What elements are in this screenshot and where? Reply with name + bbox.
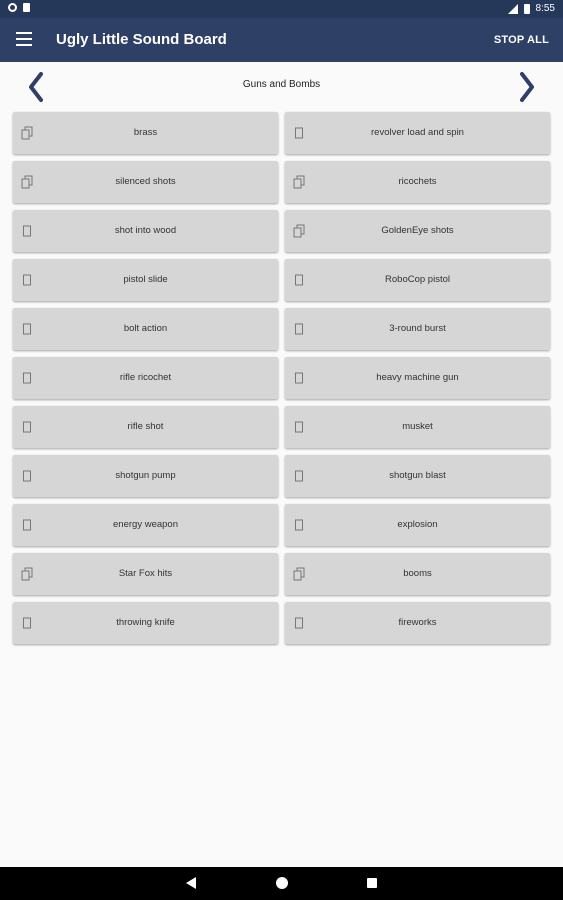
sound-button-label: bolt action bbox=[123, 323, 168, 334]
chevron-right-icon bbox=[520, 72, 534, 102]
back-icon[interactable] bbox=[186, 877, 196, 889]
sd-card-icon bbox=[23, 3, 30, 12]
sound-grid: brass revolver load and spin silenced shot… bbox=[13, 112, 550, 644]
app-title: Ugly Little Sound Board bbox=[56, 31, 227, 48]
sound-button-label: musket bbox=[402, 421, 433, 432]
sound-button-label: shotgun pump bbox=[115, 470, 176, 481]
sound-button[interactable]: rifle ricochet bbox=[13, 357, 278, 399]
sound-button-label: shot into wood bbox=[114, 225, 177, 236]
sound-button[interactable]: booms bbox=[285, 553, 550, 595]
sound-button-label: brass bbox=[133, 127, 158, 138]
category-bar: Guns and Bombs bbox=[0, 62, 563, 110]
sound-button[interactable]: Star Fox hits bbox=[13, 553, 278, 595]
sound-button-label: explosion bbox=[397, 519, 438, 530]
sound-button[interactable]: pistol slide bbox=[13, 259, 278, 301]
stop-all-button[interactable]: STOP ALL bbox=[494, 34, 549, 46]
sound-button[interactable]: ricochets bbox=[285, 161, 550, 203]
sound-button[interactable]: throwing knife bbox=[13, 602, 278, 644]
sound-button-label: Star Fox hits bbox=[118, 568, 173, 579]
recent-apps-icon[interactable] bbox=[367, 878, 377, 888]
sound-button[interactable]: musket bbox=[285, 406, 550, 448]
sound-button[interactable]: fireworks bbox=[285, 602, 550, 644]
sound-button-label: silenced shots bbox=[115, 176, 176, 187]
sound-button-label: booms bbox=[403, 568, 432, 579]
home-icon[interactable] bbox=[276, 877, 288, 889]
sound-button-label: revolver load and spin bbox=[371, 127, 464, 138]
sound-button-label: fireworks bbox=[398, 617, 437, 628]
sound-button-label: throwing knife bbox=[116, 617, 175, 628]
sound-button[interactable]: shotgun blast bbox=[285, 455, 550, 497]
sound-button[interactable]: 3-round burst bbox=[285, 308, 550, 350]
signal-icon bbox=[507, 3, 518, 14]
sound-button[interactable]: GoldenEye shots bbox=[285, 210, 550, 252]
hamburger-menu-icon[interactable] bbox=[16, 32, 32, 46]
sound-button[interactable]: heavy machine gun bbox=[285, 357, 550, 399]
sound-button-label: heavy machine gun bbox=[376, 372, 459, 383]
sound-button-label: rifle ricochet bbox=[119, 372, 172, 383]
category-title: Guns and Bombs bbox=[242, 79, 321, 90]
sound-button-label: pistol slide bbox=[123, 274, 168, 285]
sound-button[interactable]: explosion bbox=[285, 504, 550, 546]
sound-button[interactable]: revolver load and spin bbox=[285, 112, 550, 154]
sound-button-label: energy weapon bbox=[113, 519, 178, 530]
sound-button[interactable]: brass bbox=[13, 112, 278, 154]
status-bar: 8:55 bbox=[0, 0, 563, 18]
next-category-button[interactable] bbox=[515, 70, 539, 104]
battery-icon bbox=[523, 3, 530, 14]
status-icons-left bbox=[8, 3, 30, 12]
sound-button[interactable]: shot into wood bbox=[13, 210, 278, 252]
sound-button-label: rifle shot bbox=[127, 421, 164, 432]
sound-button-label: 3-round burst bbox=[389, 323, 446, 334]
system-nav-bar bbox=[0, 867, 563, 900]
app-bar: Ugly Little Sound Board STOP ALL bbox=[0, 18, 563, 62]
notification-icon bbox=[8, 3, 17, 12]
sound-button[interactable]: RoboCop pistol bbox=[285, 259, 550, 301]
sound-button[interactable]: rifle shot bbox=[13, 406, 278, 448]
sound-button[interactable]: silenced shots bbox=[13, 161, 278, 203]
sound-button[interactable]: bolt action bbox=[13, 308, 278, 350]
status-icons-right: 8:55 bbox=[507, 3, 555, 14]
sound-button-label: ricochets bbox=[398, 176, 437, 187]
sound-button-label: RoboCop pistol bbox=[385, 274, 450, 285]
status-time: 8:55 bbox=[535, 3, 555, 14]
sound-button[interactable]: energy weapon bbox=[13, 504, 278, 546]
sound-button[interactable]: shotgun pump bbox=[13, 455, 278, 497]
sound-button-label: shotgun blast bbox=[389, 470, 446, 481]
sound-button-label: GoldenEye shots bbox=[381, 225, 454, 236]
